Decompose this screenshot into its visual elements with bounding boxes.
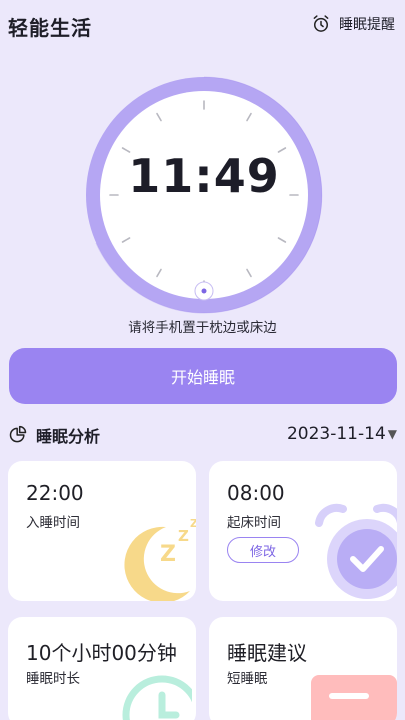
bedtime-value: 22:00 [26,481,84,505]
sleep-duration-card: 10个小时00分钟 睡眠时长 [8,617,196,720]
placement-hint: 请将手机置于枕边或床边 [128,320,277,336]
note-icon [311,675,397,720]
sleep-clock: 11:49 [84,75,324,315]
date-value: 2023-11-14 [286,424,386,444]
svg-text:Z: Z [160,542,176,567]
bedtime-label: 入睡时间 [26,515,80,531]
dropdown-caret-icon: ▼ [387,427,397,441]
sleep-reminder-button[interactable]: 睡眠提醒 [311,14,395,34]
alarm-clock-icon [313,15,329,32]
sleep-duration-value: 10个小时00分钟 [26,641,177,665]
app-title: 轻能生活 [8,16,92,40]
sleep-advice-card[interactable]: 睡眠建议 短睡眠 [209,617,397,720]
top-bar: 轻能生活 睡眠提醒 [0,0,405,52]
sleep-reminder-label: 睡眠提醒 [339,17,395,33]
start-sleep-button[interactable]: 开始睡眠 [9,348,397,404]
wake-time-value: 08:00 [227,481,285,505]
sleep-advice-label: 短睡眠 [227,671,268,687]
wake-time-card: 08:00 起床时间 修改 [209,461,397,601]
sleep-advice-title: 睡眠建议 [227,641,307,665]
wake-time-label: 起床时间 [227,515,281,531]
date-selector[interactable]: 2023-11-14 ▼ [287,424,397,444]
clock-icon [122,675,192,720]
sleep-duration-label: 睡眠时长 [26,671,80,687]
svg-text:Z: Z [178,527,189,545]
sleep-analysis-header: 睡眠分析 [8,423,100,447]
edit-button[interactable]: 修改 [227,537,299,563]
moon-icon: Z Z Z [124,517,196,601]
clock-time: 11:49 [128,149,280,203]
bedtime-card: Z Z Z 22:00 入睡时间 [8,461,196,601]
svg-text:Z: Z [190,517,196,530]
alarm-check-icon [315,503,397,599]
pie-chart-icon [9,425,27,443]
sleep-analysis-title: 睡眠分析 [36,427,101,446]
